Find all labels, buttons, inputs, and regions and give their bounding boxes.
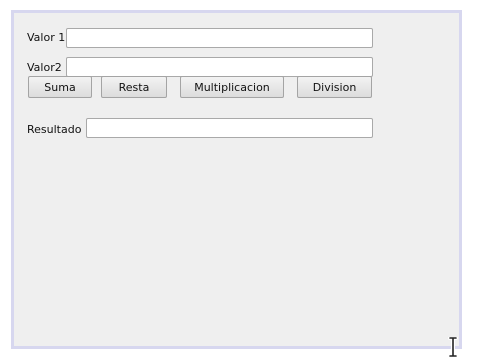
valor1-input[interactable] [66, 28, 373, 48]
resultado-input[interactable] [86, 118, 373, 138]
valor2-input[interactable] [66, 57, 373, 77]
suma-button[interactable]: Suma [28, 76, 92, 98]
resultado-label: Resultado [27, 123, 82, 136]
valor2-label: Valor2 [27, 61, 62, 74]
multiplicacion-button[interactable]: Multiplicacion [180, 76, 284, 98]
valor1-label: Valor 1 [27, 31, 66, 44]
text-cursor-icon [448, 337, 458, 357]
resta-button[interactable]: Resta [101, 76, 167, 98]
division-button[interactable]: Division [297, 76, 372, 98]
